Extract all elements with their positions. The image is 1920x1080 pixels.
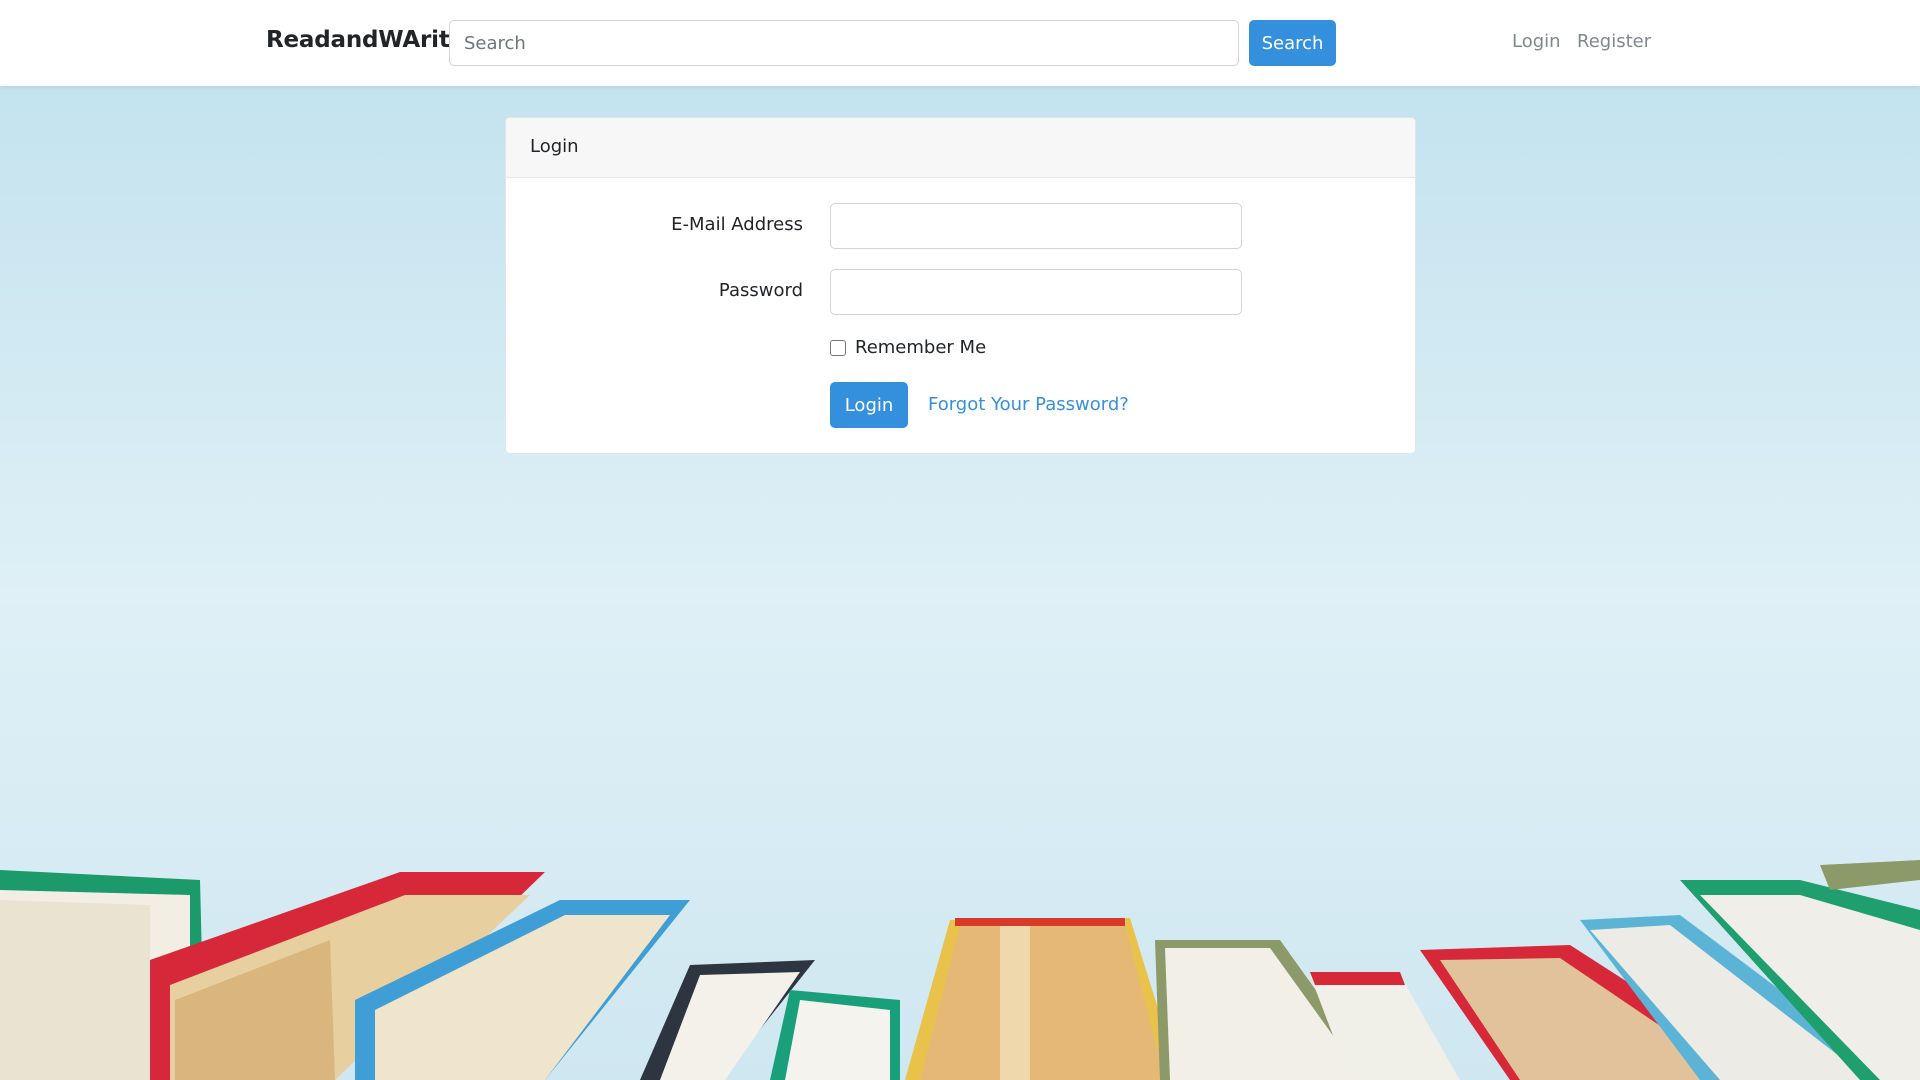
remember-me-label[interactable]: Remember Me (855, 337, 986, 358)
login-submit-button[interactable]: Login (830, 382, 908, 428)
password-field[interactable] (830, 269, 1242, 315)
remember-me-checkbox[interactable] (830, 339, 846, 356)
remember-me-row: Remember Me (830, 337, 986, 358)
password-label: Password (718, 280, 803, 301)
nav-login-link[interactable]: Login (1512, 31, 1561, 52)
login-card-header: Login (506, 118, 1415, 178)
login-card: Login E-Mail Address Password Remember M… (505, 117, 1416, 454)
email-field[interactable] (830, 203, 1242, 249)
search-button[interactable]: Search (1249, 20, 1336, 66)
brand-logo[interactable]: ReadandWArite (266, 27, 465, 53)
nav-register-link[interactable]: Register (1577, 31, 1651, 52)
search-input[interactable] (449, 20, 1239, 66)
top-navbar: ReadandWArite Search Login Register (0, 0, 1920, 86)
email-label: E-Mail Address (671, 214, 803, 235)
forgot-password-link[interactable]: Forgot Your Password? (928, 394, 1129, 415)
